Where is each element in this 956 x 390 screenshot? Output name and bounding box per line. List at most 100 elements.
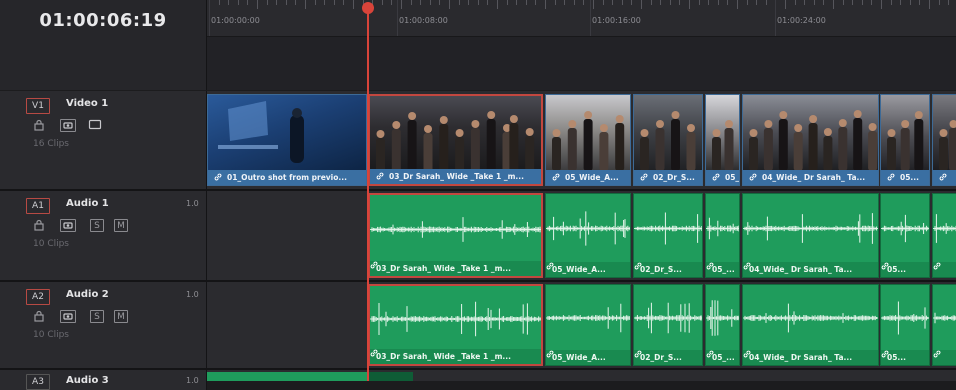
track-header-a1[interactable]: A1 Audio 1 1.0 S M 10 Clips (0, 191, 207, 282)
audio-clip[interactable] (369, 372, 413, 381)
audio1-track-lane[interactable]: 03_Dr Sarah_ Wide _Take 1 _m... 05_Wide_A… (207, 191, 956, 282)
ruler-tick (689, 0, 690, 9)
video-clip[interactable]: 05... (880, 94, 930, 186)
audio3-track-lane[interactable] (207, 370, 956, 381)
audio-waveform (634, 285, 703, 351)
ruler-tick (564, 0, 565, 5)
track-badge[interactable]: A2 (26, 289, 50, 305)
track-header-a2[interactable]: A2 Audio 2 1.0 S M 10 Clips (0, 282, 207, 370)
clip-name: 01_Outro shot from previo... (208, 170, 366, 185)
link-icon (887, 173, 895, 181)
clip-label: 04_Wide_ Dr Sarah_ Ta... (749, 353, 852, 362)
playhead[interactable] (367, 6, 369, 381)
audio-waveform (370, 195, 543, 264)
ruler-tick (449, 0, 450, 9)
audio-clip[interactable]: 05_Wide_A... (545, 193, 631, 278)
eye-icon[interactable] (60, 310, 76, 323)
video-clip[interactable]: 04_Wide_ Dr Sarah_ Ta... (742, 94, 879, 186)
audio-clip[interactable]: 05... (880, 193, 930, 278)
ruler-tick (612, 0, 613, 5)
clip-label: 02_Dr_S... (640, 265, 682, 274)
audio-clip[interactable]: 02_Dr_S... (633, 193, 703, 278)
audio-clip[interactable]: 02_Dr_S... (633, 284, 703, 366)
link-icon (743, 262, 751, 270)
ruler-tick (833, 0, 834, 9)
lock-icon[interactable] (33, 310, 45, 322)
audio-clip[interactable] (207, 372, 367, 381)
clip-name: 05_Wide_A... (546, 170, 630, 185)
ruler-tick-major (775, 0, 776, 36)
clip-name: 04_Wide_ Dr Sarah_ Ta... (743, 170, 878, 185)
audio-waveform (881, 285, 930, 351)
ruler-tick (411, 0, 412, 5)
playhead-handle-icon[interactable] (361, 1, 375, 15)
ruler-tick (737, 0, 738, 9)
audio-clip[interactable] (932, 284, 956, 366)
audio-clip[interactable]: 05_... (705, 284, 740, 366)
video-clip[interactable]: 03_Dr Sarah_ Wide _Take 1 _m... (368, 94, 543, 186)
link-icon (214, 173, 222, 181)
clip-label: 01_Outro shot from previo... (227, 173, 347, 182)
ruler-tick (305, 0, 306, 9)
audio-waveform (933, 285, 956, 351)
audio-clip[interactable]: 05_Wide_A... (545, 284, 631, 366)
track-badge[interactable]: A3 (26, 374, 50, 390)
solo-button[interactable]: S (90, 219, 104, 232)
audio-clip[interactable]: 05... (880, 284, 930, 366)
clip-label: 03_Dr Sarah_ Wide _Take 1 _m... (376, 264, 511, 273)
audio-clip[interactable]: 03_Dr Sarah_ Wide _Take 1 _m... (368, 193, 543, 278)
lock-icon[interactable] (33, 219, 45, 231)
video-clip[interactable]: 05_Wide_A... (545, 94, 631, 186)
ruler-tick (622, 0, 623, 5)
audio-clip[interactable]: 04_Wide_ Dr Sarah_ Ta... (742, 193, 879, 278)
track-name: Video 1 (66, 98, 108, 109)
current-timecode[interactable]: 01:00:06:19 (0, 10, 206, 31)
video-clip[interactable]: 02_Dr_S... (633, 94, 703, 186)
clip-thumbnail (546, 95, 630, 171)
ruler-tick (919, 0, 920, 5)
mute-button[interactable]: M (114, 310, 128, 323)
clip-name: 03_Dr Sarah_ Wide _Take 1 _m... (370, 261, 541, 276)
monitor-icon[interactable] (88, 119, 102, 131)
audio-clip[interactable]: 04_Wide_ Dr Sarah_ Ta... (742, 284, 879, 366)
ruler-label: 01:00:24:00 (777, 16, 826, 25)
ruler-tick (660, 0, 661, 5)
track-badge[interactable]: V1 (26, 98, 50, 114)
ruler-tick (891, 0, 892, 5)
clip-label: 02_Dr_S... (653, 173, 695, 182)
audio2-track-lane[interactable]: 03_Dr Sarah_ Wide _Take 1 _m...05_Wide_A… (207, 282, 956, 370)
track-header-v1[interactable]: V1 Video 1 16 Clips (0, 91, 207, 191)
mute-button[interactable]: M (114, 219, 128, 232)
track-level: 1.0 (186, 290, 199, 299)
ruler-tick (948, 0, 949, 5)
link-icon (933, 262, 941, 270)
track-header-a3[interactable]: A3 Audio 3 1.0 (0, 370, 207, 390)
clip-thumbnail (881, 95, 929, 171)
audio-clip[interactable]: 03_Dr Sarah_ Wide _Take 1 _m... (368, 284, 543, 366)
eye-icon[interactable] (60, 219, 76, 232)
ruler-tick (430, 0, 431, 5)
clip-name: 05... (881, 170, 929, 185)
lock-icon[interactable] (33, 119, 45, 131)
video-clip[interactable]: 01_Outro shot from previo... (207, 94, 367, 186)
clip-name: 05_... (706, 170, 739, 185)
audio-clip[interactable] (932, 193, 956, 278)
clip-name (933, 262, 956, 277)
ruler-tick (555, 0, 556, 5)
video-clip[interactable]: 05_... (705, 94, 740, 186)
ruler-tick (353, 0, 354, 9)
audio-waveform (933, 194, 956, 263)
link-icon (706, 262, 714, 270)
video-clip[interactable] (932, 94, 956, 186)
audio-clip[interactable]: 05_... (705, 193, 740, 278)
clip-label: 05... (887, 265, 906, 274)
timeline-empty-area[interactable] (207, 37, 956, 90)
solo-button[interactable]: S (90, 310, 104, 323)
ruler-tick (593, 0, 594, 9)
timeline-ruler[interactable]: 01:00:00:00 01:00:08:00 01:00:16:00 01:0… (207, 0, 956, 37)
track-badge[interactable]: A1 (26, 198, 50, 214)
video-track-lane[interactable]: 01_Outro shot from previo... 03_Dr Sarah_… (207, 91, 956, 191)
ruler-tick (651, 0, 652, 5)
eye-icon[interactable] (60, 119, 76, 132)
ruler-tick (823, 0, 824, 5)
